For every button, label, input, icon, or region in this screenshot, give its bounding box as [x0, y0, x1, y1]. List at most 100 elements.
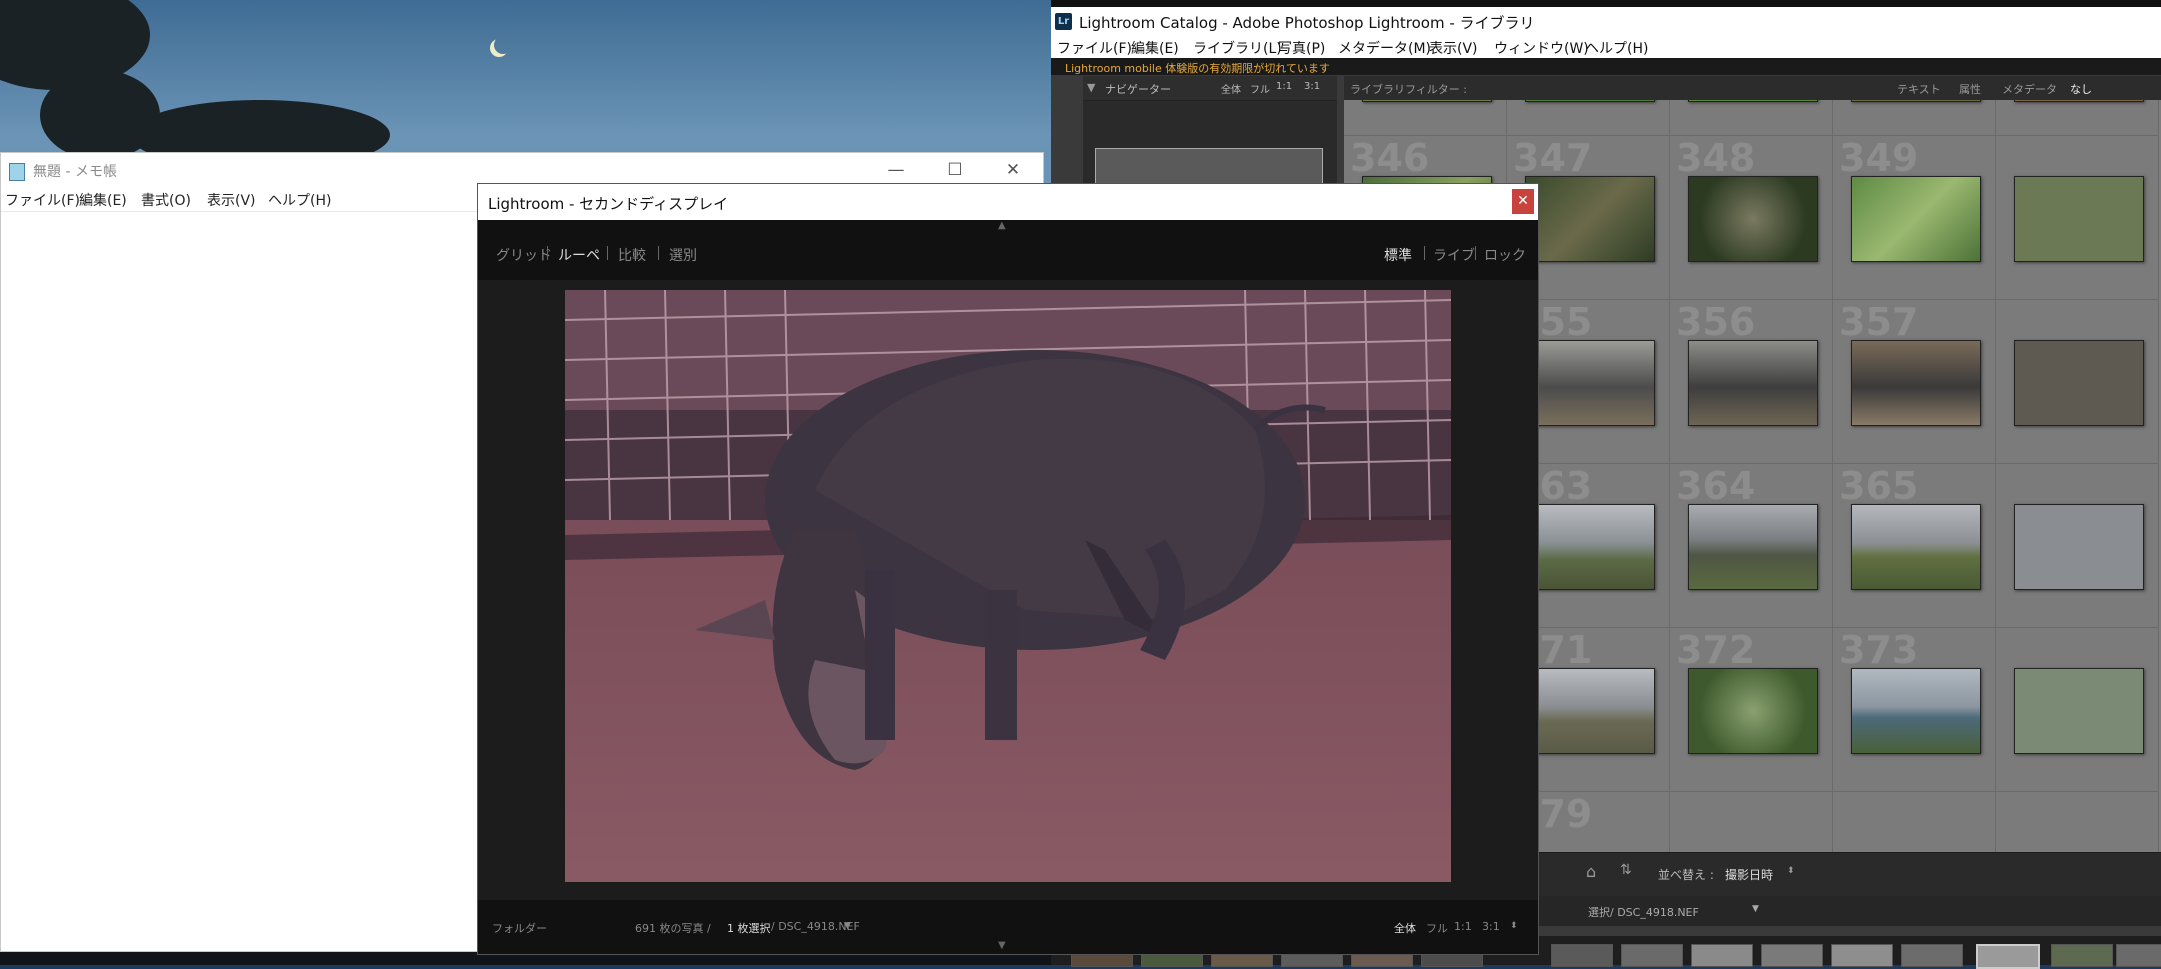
- grid-cell[interactable]: [1833, 792, 1996, 852]
- zoom-fill[interactable]: フル: [1426, 920, 1448, 936]
- collapse-bottom-arrow-icon[interactable]: ▼: [998, 940, 1006, 951]
- filmstrip-thumbnail[interactable]: [1831, 944, 1893, 967]
- filter-attribute[interactable]: 属性: [1959, 81, 1981, 97]
- grid-cell[interactable]: 373: [1833, 628, 1996, 792]
- lr-menu-library[interactable]: ライブラリ(L): [1193, 38, 1282, 58]
- nav-zoom-fill[interactable]: フル: [1250, 81, 1270, 96]
- sort-direction-icon[interactable]: ⇅: [1620, 862, 1632, 878]
- grid-cell[interactable]: [1996, 792, 2159, 852]
- lr-menu-view[interactable]: 表示(V): [1429, 38, 1478, 58]
- menu-file[interactable]: ファイル(F): [5, 190, 80, 210]
- zoom-1to1[interactable]: 1:1: [1454, 920, 1472, 933]
- maximize-button[interactable]: ☐: [927, 157, 983, 183]
- filmstrip-dropdown-icon[interactable]: ▼: [1752, 904, 1759, 914]
- nav-zoom-3to1[interactable]: 3:1: [1304, 81, 1320, 92]
- mode-tab-live[interactable]: ライブ: [1433, 245, 1475, 265]
- menu-edit[interactable]: 編集(E): [79, 190, 127, 210]
- close-button[interactable]: ✕: [985, 157, 1041, 183]
- filter-text[interactable]: テキスト: [1897, 81, 1941, 97]
- filmstrip-thumbnail[interactable]: [2116, 944, 2161, 967]
- grid-thumbnail[interactable]: [2014, 668, 2144, 754]
- grid-thumbnail[interactable]: [2014, 340, 2144, 426]
- navigator-header[interactable]: ▼ ナビゲーター 全体 フル 1:1 3:1: [1083, 76, 1337, 101]
- grid-cell[interactable]: [1344, 100, 1507, 136]
- menu-help[interactable]: ヘルプ(H): [268, 190, 331, 210]
- grid-thumbnail[interactable]: [2014, 100, 2144, 102]
- lr-menu-help[interactable]: ヘルプ(H): [1585, 38, 1648, 58]
- grid-thumbnail[interactable]: [1851, 100, 1981, 102]
- mode-tab-normal[interactable]: 標準: [1384, 245, 1412, 265]
- zoom-fit[interactable]: 全体: [1394, 920, 1416, 936]
- nav-zoom-1to1[interactable]: 1:1: [1276, 81, 1292, 92]
- grid-cell[interactable]: 365: [1833, 464, 1996, 628]
- grid-cell[interactable]: [1507, 100, 1670, 136]
- minimize-button[interactable]: —: [868, 157, 924, 183]
- grid-thumbnail[interactable]: [1688, 504, 1818, 590]
- grid-cell[interactable]: [1996, 100, 2159, 136]
- grid-thumbnail[interactable]: [1525, 340, 1655, 426]
- grid-cell[interactable]: 356: [1670, 300, 1833, 464]
- grid-thumbnail[interactable]: [2014, 176, 2144, 262]
- view-tab-compare[interactable]: 比較: [618, 245, 646, 265]
- navigator-preview[interactable]: [1095, 148, 1323, 184]
- grid-cell[interactable]: [1996, 300, 2159, 464]
- lr-menu-window[interactable]: ウィンドウ(W): [1494, 38, 1589, 58]
- sort-dropdown-arrow-icon[interactable]: ⬍: [1787, 866, 1795, 876]
- zoom-3to1[interactable]: 3:1: [1482, 920, 1500, 933]
- grid-cell[interactable]: [1996, 464, 2159, 628]
- filename-dropdown-icon[interactable]: ▼: [844, 921, 851, 931]
- grid-cell[interactable]: 357: [1833, 300, 1996, 464]
- collapse-top-arrow-icon[interactable]: ▲: [998, 220, 1006, 231]
- menu-view[interactable]: 表示(V): [207, 190, 256, 210]
- grid-cell[interactable]: 372: [1670, 628, 1833, 792]
- second-display-close-button[interactable]: ✕: [1512, 189, 1534, 214]
- grid-thumbnail[interactable]: [1525, 668, 1655, 754]
- tab-separator: [607, 246, 608, 260]
- grid-thumbnail[interactable]: [2014, 504, 2144, 590]
- filter-metadata[interactable]: メタデータ: [2002, 81, 2057, 97]
- grid-cell[interactable]: [1670, 100, 1833, 136]
- filmstrip-thumbnail[interactable]: [1621, 944, 1683, 967]
- grid-thumbnail[interactable]: [1362, 100, 1492, 102]
- view-tab-survey[interactable]: 選別: [669, 245, 697, 265]
- grid-thumbnail[interactable]: [1525, 504, 1655, 590]
- collapse-triangle-icon[interactable]: ▼: [1087, 81, 1095, 94]
- grid-thumbnail[interactable]: [1851, 176, 1981, 262]
- lr-menu-file[interactable]: ファイル(F): [1057, 38, 1132, 58]
- grid-thumbnail[interactable]: [1851, 340, 1981, 426]
- menu-format[interactable]: 書式(O): [141, 190, 191, 210]
- spray-can-icon[interactable]: ⌂: [1586, 862, 1596, 881]
- grid-cell[interactable]: 349: [1833, 136, 1996, 300]
- filmstrip-thumbnail[interactable]: [1901, 944, 1963, 967]
- grid-thumbnail[interactable]: [1688, 100, 1818, 102]
- loupe-photo[interactable]: [565, 290, 1451, 882]
- mode-tab-lock[interactable]: ロック: [1484, 245, 1526, 265]
- grid-thumbnail[interactable]: [1688, 176, 1818, 262]
- grid-cell[interactable]: [1833, 100, 1996, 136]
- grid-thumbnail[interactable]: [1851, 668, 1981, 754]
- zoom-dropdown-icon[interactable]: ⬍: [1510, 921, 1518, 931]
- filter-none[interactable]: なし: [2070, 81, 2092, 97]
- grid-thumbnail[interactable]: [1688, 668, 1818, 754]
- grid-thumbnail[interactable]: [1525, 176, 1655, 262]
- grid-thumbnail[interactable]: [1851, 504, 1981, 590]
- lr-menu-edit[interactable]: 編集(E): [1131, 38, 1179, 58]
- grid-thumbnail[interactable]: [1688, 340, 1818, 426]
- filmstrip-thumbnail[interactable]: [2051, 944, 2113, 967]
- grid-cell[interactable]: 348: [1670, 136, 1833, 300]
- filmstrip-thumbnail-selected[interactable]: [1976, 944, 2040, 969]
- grid-cell[interactable]: [1996, 628, 2159, 792]
- lr-menu-photo[interactable]: 写真(P): [1278, 38, 1325, 58]
- sort-dropdown[interactable]: 撮影日時: [1725, 866, 1773, 883]
- grid-thumbnail[interactable]: [1525, 100, 1655, 102]
- view-tab-loupe[interactable]: ルーペ: [558, 245, 600, 265]
- nav-zoom-fit[interactable]: 全体: [1221, 81, 1241, 96]
- grid-cell[interactable]: [1996, 136, 2159, 300]
- grid-cell[interactable]: 364: [1670, 464, 1833, 628]
- grid-cell[interactable]: [1670, 792, 1833, 852]
- filmstrip-thumbnail[interactable]: [1691, 944, 1753, 967]
- view-tab-grid[interactable]: グリッド: [496, 245, 552, 265]
- lr-menu-metadata[interactable]: メタデータ(M): [1338, 38, 1431, 58]
- filmstrip-thumbnail[interactable]: [1551, 944, 1613, 967]
- filmstrip-thumbnail[interactable]: [1761, 944, 1823, 967]
